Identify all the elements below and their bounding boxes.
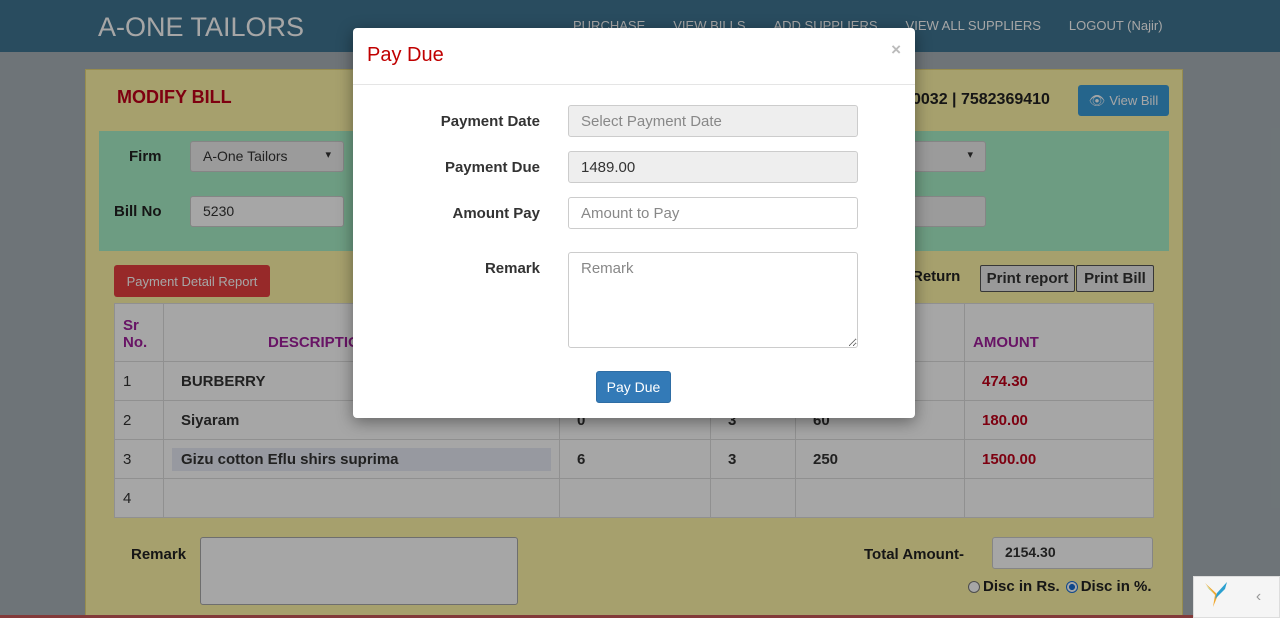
amount-pay-label: Amount Pay	[452, 205, 540, 222]
modal-remark-textarea[interactable]	[568, 252, 858, 348]
payment-due-label: Payment Due	[444, 159, 540, 176]
pay-due-button[interactable]: Pay Due	[596, 371, 671, 403]
pay-due-modal: Pay Due × Payment Date Payment Due 1489.…	[353, 28, 915, 418]
close-icon[interactable]: ×	[891, 40, 901, 60]
modal-header: Pay Due ×	[353, 28, 915, 85]
modal-title: Pay Due	[367, 44, 444, 66]
modal-remark-label: Remark	[484, 260, 540, 277]
yii-logo-icon[interactable]	[1194, 579, 1238, 616]
yii-debug-toolbar[interactable]: ‹	[1193, 576, 1280, 618]
amount-pay-input[interactable]	[568, 197, 858, 229]
payment-due-field[interactable]: 1489.00	[568, 151, 858, 183]
chevron-left-icon[interactable]: ‹	[1238, 588, 1279, 606]
payment-date-label: Payment Date	[440, 113, 540, 130]
payment-date-input[interactable]	[568, 105, 858, 137]
